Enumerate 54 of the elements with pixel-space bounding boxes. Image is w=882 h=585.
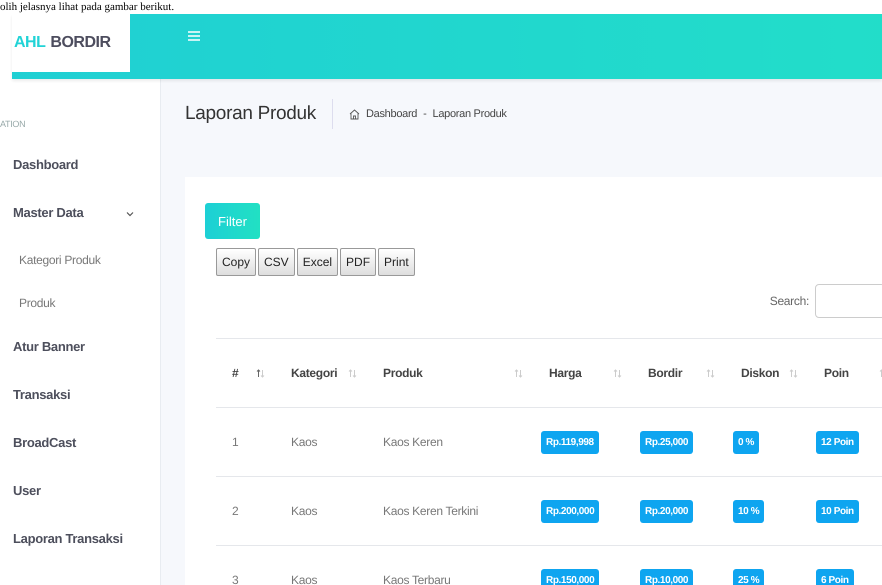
logo: AHL BORDIR <box>12 14 130 72</box>
value-badge: Rp.25,000 <box>640 430 694 454</box>
column-header[interactable]: # <box>232 366 238 380</box>
table-cell-text: Kaos <box>290 504 318 518</box>
chevron-icon <box>126 210 134 218</box>
export-button[interactable]: Copy <box>216 248 256 276</box>
value-badge: Rp.20,000 <box>640 500 694 522</box>
column-header[interactable]: Bordir <box>648 366 682 380</box>
table-cell-text: Kaos Keren Terkini <box>382 504 480 518</box>
column-header[interactable]: Harga <box>549 366 582 380</box>
sidebar-subitem[interactable]: Produk <box>0 296 160 339</box>
column-header[interactable]: Poin <box>824 366 849 380</box>
value-badge: 6 Poin <box>816 568 854 585</box>
column-header[interactable]: Diskon <box>741 366 780 380</box>
value-badge: Rp.119,998 <box>541 430 599 454</box>
search-field[interactable] <box>815 284 882 318</box>
home-icon <box>349 108 360 120</box>
value-badge: 10 % <box>733 500 764 522</box>
sidebar-item[interactable]: BroadCast <box>0 435 160 483</box>
table-cell-text: Kaos Terbaru <box>382 573 452 585</box>
export-button[interactable]: CSV <box>258 248 295 276</box>
export-button[interactable]: Print <box>378 248 415 276</box>
value-badge: 12 Poin <box>816 430 859 454</box>
sidebar-item[interactable]: Master Data <box>0 205 160 253</box>
value-badge: Rp.10,000 <box>640 568 694 585</box>
value-badge: Rp.200,000 <box>541 500 600 522</box>
export-button[interactable]: PDF <box>340 248 376 276</box>
table-cell-text: 3 <box>231 573 240 585</box>
export-button[interactable]: Excel <box>296 248 338 276</box>
document-text: olih jelasnya lihat pada gambar berikut. <box>0 0 174 14</box>
sidebar-item[interactable]: Laporan Transaksi <box>0 531 160 579</box>
table-cell-text: Kaos Keren <box>382 435 444 449</box>
sidebar-item[interactable]: Dashboard <box>0 157 160 205</box>
table-cell-text: Kaos <box>290 435 318 449</box>
table-cell-text: Kaos <box>290 573 318 585</box>
column-header[interactable]: Kategori <box>291 366 338 380</box>
search-label: Search: <box>770 294 809 308</box>
sidebar-subitem[interactable]: Kategori Produk <box>0 253 160 296</box>
sidebar-item[interactable]: User <box>0 483 160 531</box>
value-badge: 25 % <box>733 568 764 585</box>
breadcrumb-item: Laporan Produk <box>432 108 507 120</box>
section-label: ATION <box>0 119 26 131</box>
value-badge: 0 % <box>733 430 760 454</box>
menu-icon[interactable] <box>188 30 200 42</box>
table-cell-text: 2 <box>231 504 240 518</box>
table-cell-text: 1 <box>231 435 240 449</box>
sidebar-item[interactable]: Transaksi <box>0 387 160 435</box>
value-badge: 10 Poin <box>816 500 859 522</box>
value-badge: Rp.150,000 <box>541 568 600 585</box>
page-title: Laporan Produk <box>185 99 334 129</box>
breadcrumb-separator: - <box>423 108 427 120</box>
column-header[interactable]: Produk <box>383 366 423 380</box>
breadcrumb-item[interactable]: Dashboard <box>366 108 418 120</box>
sidebar-item[interactable]: Atur Banner <box>0 339 160 387</box>
